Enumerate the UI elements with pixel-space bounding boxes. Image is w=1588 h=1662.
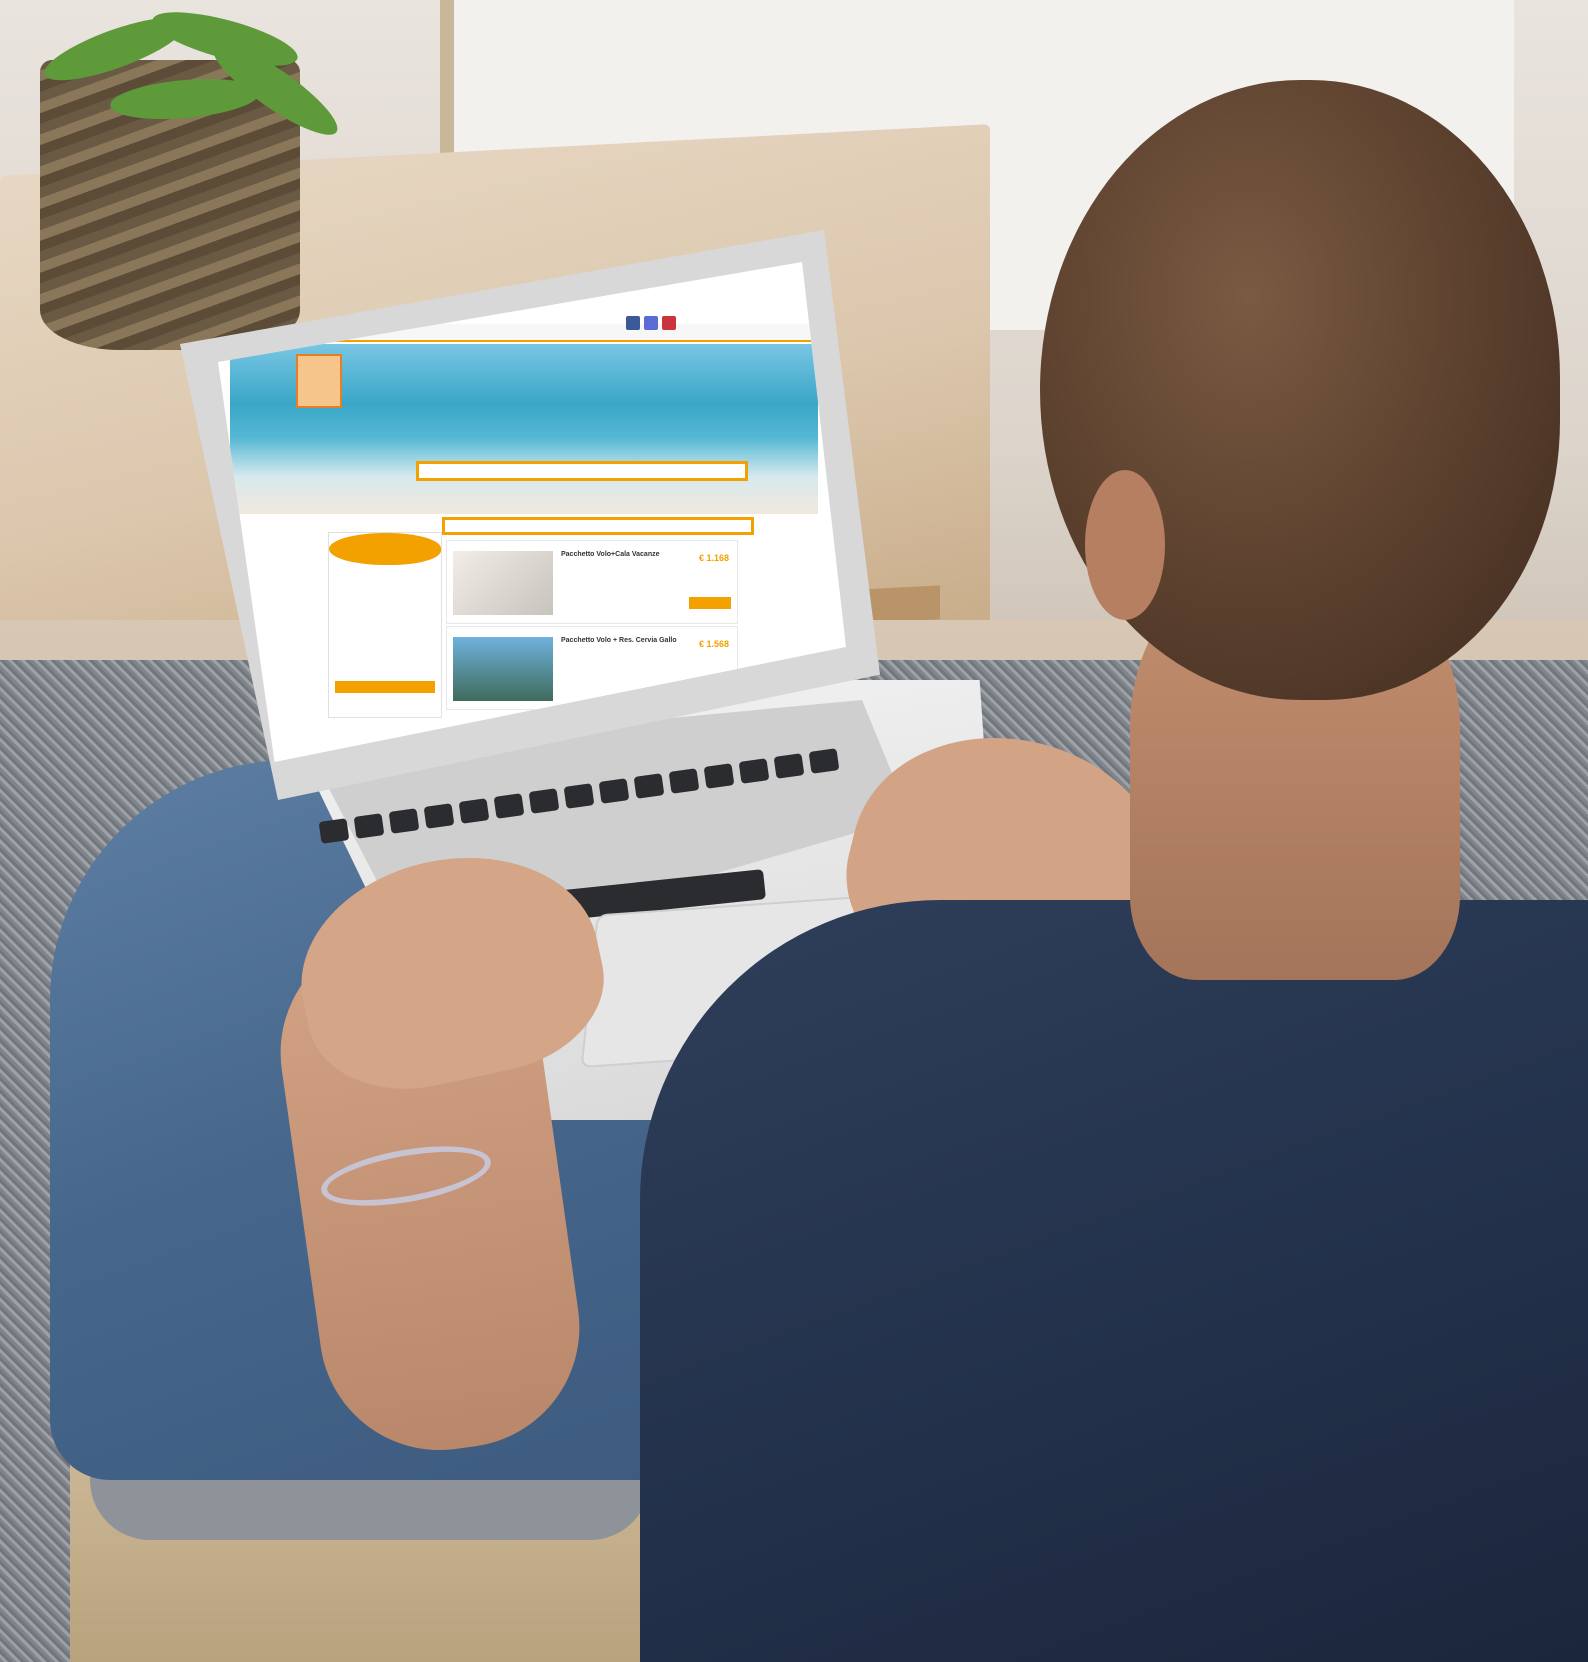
site-search-bar — [416, 461, 748, 481]
key — [528, 788, 560, 814]
key — [668, 768, 700, 794]
key — [563, 783, 595, 809]
result-price: € 1.168 — [699, 553, 730, 563]
key — [703, 763, 735, 789]
result-title: Pacchetto Volo + Res. Cervia Gallo — [561, 637, 677, 644]
result-thumbnail — [453, 637, 553, 701]
sidebar-header — [329, 533, 441, 565]
site-search-bar-2 — [442, 517, 754, 535]
instagram-icon — [644, 316, 658, 330]
filter-sidebar — [328, 532, 442, 718]
navy-t-shirt — [640, 900, 1588, 1662]
key — [738, 758, 770, 784]
key — [493, 793, 525, 819]
social-icons — [626, 316, 676, 330]
key — [388, 808, 420, 834]
result-title: Pacchetto Volo+Cala Vacanze — [561, 551, 660, 558]
result-card: Pacchetto Volo+Cala Vacanze € 1.168 — [446, 540, 738, 624]
key — [423, 803, 455, 829]
facebook-icon — [626, 316, 640, 330]
sidebar-search-button — [335, 681, 435, 693]
result-thumbnail — [453, 551, 553, 615]
key — [458, 798, 490, 824]
key — [773, 753, 805, 779]
key — [318, 818, 350, 844]
key — [353, 813, 385, 839]
result-cta-button — [689, 597, 731, 609]
key — [633, 773, 665, 799]
result-price: € 1.568 — [699, 639, 730, 649]
key — [598, 778, 630, 804]
key — [808, 748, 840, 774]
ear — [1085, 470, 1165, 620]
site-logo — [296, 354, 342, 408]
pinterest-icon — [662, 316, 676, 330]
photo-scene: Pacchetto Volo+Cala Vacanze € 1.168 Pacc… — [0, 0, 1588, 1662]
